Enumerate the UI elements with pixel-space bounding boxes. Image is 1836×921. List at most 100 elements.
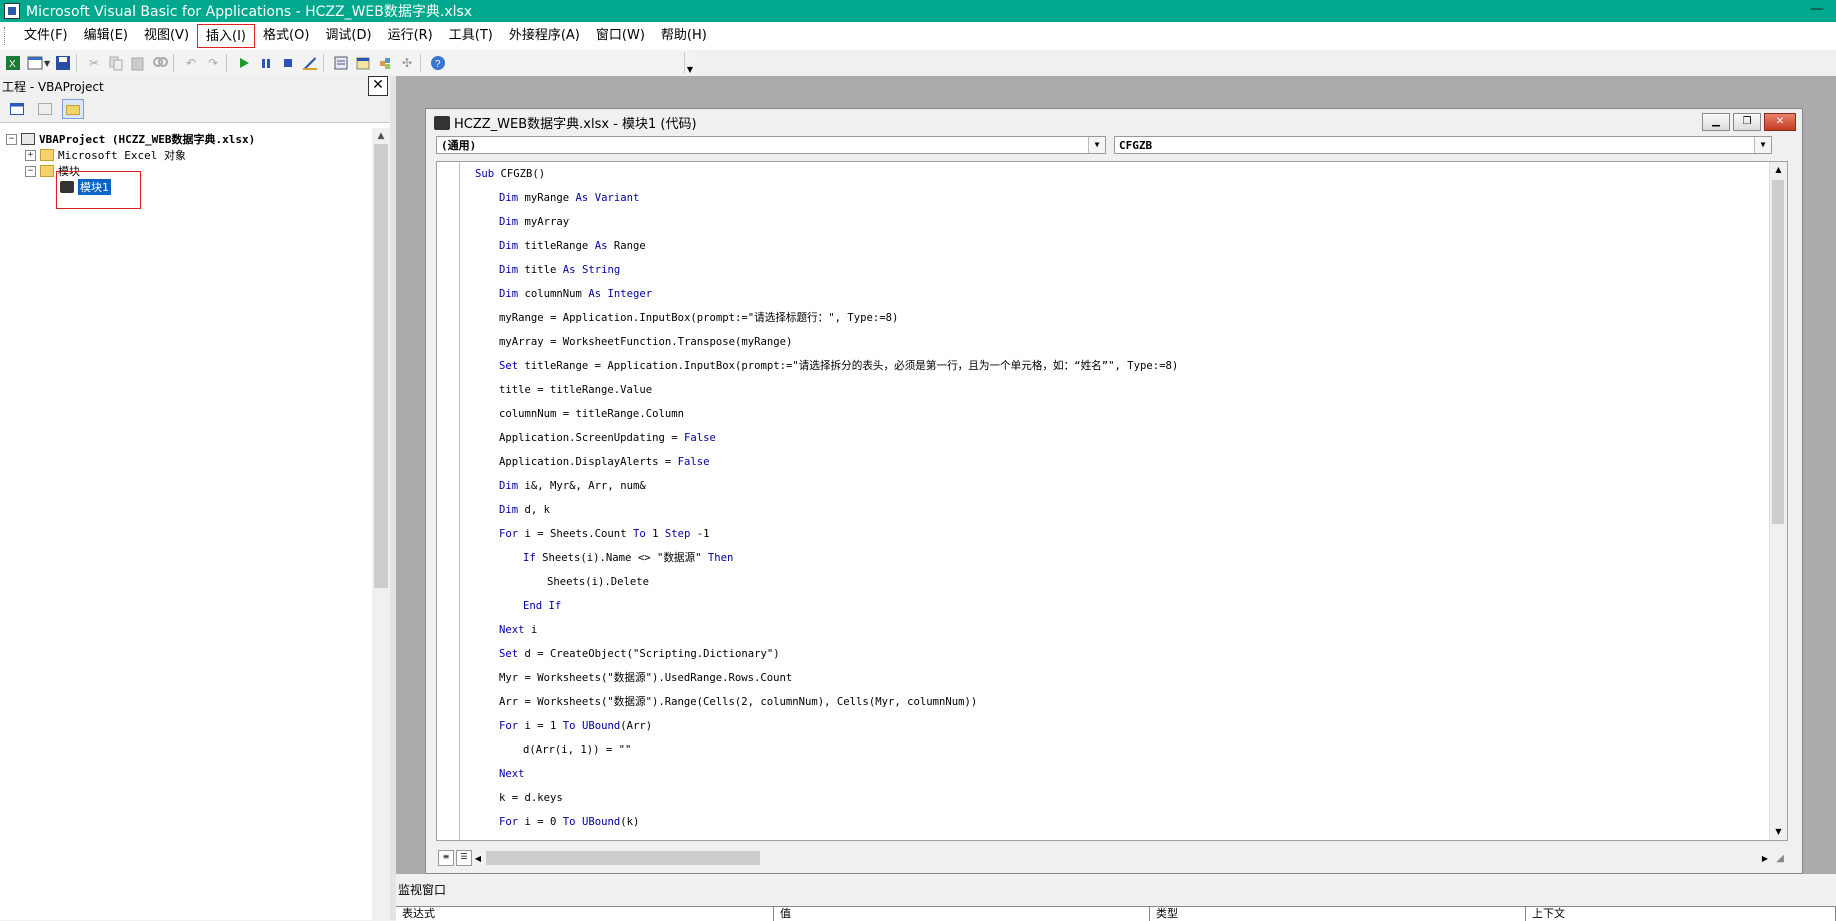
procedure-dropdown[interactable]: CFGZB ▼ — [1114, 136, 1772, 154]
code-line[interactable]: Set d = CreateObject("Scripting.Dictiona… — [475, 642, 1178, 666]
save-icon[interactable] — [54, 54, 72, 72]
chevron-down-icon[interactable]: ▼ — [44, 59, 50, 68]
code-line[interactable]: Dim myArray — [475, 210, 1178, 234]
paste-icon[interactable] — [129, 54, 147, 72]
toolbar-options-chevron-icon[interactable]: ▼ — [684, 52, 695, 74]
redo-icon[interactable]: ↷ — [204, 54, 222, 72]
tree-node-excel-objects[interactable]: + Microsoft Excel 对象 — [25, 147, 186, 163]
toggle-folders-icon[interactable] — [62, 99, 84, 119]
scroll-thumb[interactable] — [1772, 180, 1784, 524]
menu-item[interactable]: 调试(D) — [317, 24, 379, 48]
excel-icon[interactable]: X — [4, 54, 22, 72]
code-line[interactable]: d(Arr(i, 1)) = "" — [475, 738, 1178, 762]
code-line[interactable]: Dim d, k — [475, 498, 1178, 522]
properties-icon[interactable] — [354, 54, 372, 72]
help-icon[interactable]: ? — [429, 54, 447, 72]
code-line[interactable]: For i = 0 To UBound(k) — [475, 810, 1178, 834]
project-scrollbar[interactable]: ▲ — [372, 128, 390, 920]
scroll-left-icon[interactable]: ◀ — [472, 854, 484, 863]
design-mode-icon[interactable] — [301, 54, 319, 72]
tree-node-vbaproject[interactable]: − VBAProject (HCZZ_WEB数据字典.xlsx) — [6, 131, 255, 147]
chevron-down-icon[interactable]: ▼ — [1754, 137, 1771, 153]
close-project-explorer-button[interactable]: ✕ — [368, 76, 388, 96]
menu-item[interactable]: 插入(I) — [197, 24, 256, 48]
resize-grip-icon[interactable]: ◢ — [1776, 853, 1784, 864]
minimize-button[interactable]: — — [1810, 1, 1824, 17]
code-line[interactable]: Myr = Worksheets("数据源").UsedRange.Rows.C… — [475, 666, 1178, 690]
code-line[interactable]: If Sheets(i).Name <> "数据源" Then — [475, 546, 1178, 570]
code-line[interactable]: For i = 1 To UBound(Arr) — [475, 714, 1178, 738]
code-line[interactable]: Application.ScreenUpdating = False — [475, 426, 1178, 450]
object-dropdown[interactable]: (通用) ▼ — [436, 136, 1106, 154]
code-line[interactable]: myArray = WorksheetFunction.Transpose(my… — [475, 330, 1178, 354]
code-line[interactable]: k = d.keys — [475, 786, 1178, 810]
code-line[interactable]: Set titleRange = Application.InputBox(pr… — [475, 354, 1178, 378]
break-icon[interactable] — [257, 54, 275, 72]
margin-indicator-bar[interactable] — [437, 162, 460, 840]
expand-icon[interactable]: + — [25, 149, 36, 161]
undo-icon[interactable]: ↶ — [182, 54, 200, 72]
copy-icon[interactable] — [107, 54, 125, 72]
code-line[interactable]: Dim title As String — [475, 258, 1178, 282]
menu-item[interactable]: 视图(V) — [136, 24, 197, 48]
watch-column-header[interactable]: 表达式 — [396, 907, 774, 921]
menu-item[interactable]: 窗口(W) — [588, 24, 653, 48]
toolbox-icon[interactable]: ✣ — [398, 54, 416, 72]
code-line[interactable]: Application.DisplayAlerts = False — [475, 450, 1178, 474]
menu-item[interactable]: 编辑(E) — [76, 24, 136, 48]
menu-item[interactable]: 外接程序(A) — [501, 24, 588, 48]
insert-userform-icon[interactable] — [26, 54, 44, 72]
cut-icon[interactable]: ✂ — [85, 54, 103, 72]
scroll-right-icon[interactable]: ▶ — [1762, 854, 1768, 863]
window-buttons: ▁ ❐ ✕ — [1699, 113, 1796, 131]
code-line[interactable]: Sheets(i).Delete — [475, 570, 1178, 594]
watch-column-header[interactable]: 上下文 — [1526, 907, 1836, 921]
code-editor[interactable]: Sub CFGZB() Dim myRange As Variant Dim myA… — [436, 161, 1788, 841]
procedure-view-icon[interactable]: ≡ — [438, 850, 454, 866]
menu-item[interactable]: 格式(O) — [255, 24, 317, 48]
menu-item[interactable]: 帮助(H) — [653, 24, 715, 48]
view-code-icon[interactable] — [6, 99, 28, 119]
code-line[interactable]: myRange = Application.InputBox(prompt:="… — [475, 306, 1178, 330]
scroll-thumb[interactable] — [374, 144, 388, 588]
code-line[interactable]: Dim myRange As Variant — [475, 186, 1178, 210]
code-line[interactable]: Arr = Worksheets("数据源").Range(Cells(2, c… — [475, 690, 1178, 714]
watch-column-header[interactable]: 值 — [774, 907, 1150, 921]
restore-button[interactable]: ❐ — [1733, 113, 1761, 131]
project-explorer-icon[interactable] — [332, 54, 350, 72]
minimize-button[interactable]: ▁ — [1702, 113, 1730, 131]
menu-item[interactable]: 运行(R) — [380, 24, 441, 48]
menu-item[interactable]: 工具(T) — [441, 24, 501, 48]
code-vertical-scrollbar[interactable]: ▲ ▼ — [1769, 162, 1787, 840]
scroll-up-icon[interactable]: ▲ — [1770, 162, 1787, 178]
collapse-icon[interactable]: − — [6, 133, 17, 145]
watch-column-header[interactable]: 类型 — [1150, 907, 1526, 921]
code-line[interactable]: Dim columnNum As Integer — [475, 282, 1178, 306]
close-button[interactable]: ✕ — [1764, 113, 1796, 131]
object-browser-icon[interactable] — [376, 54, 394, 72]
chevron-down-icon[interactable]: ▼ — [1088, 137, 1105, 153]
run-icon[interactable] — [235, 54, 253, 72]
code-line[interactable]: Sub CFGZB() — [475, 162, 1178, 186]
code-line[interactable]: Next — [475, 762, 1178, 786]
code-line[interactable]: For i = Sheets.Count To 1 Step -1 — [475, 522, 1178, 546]
code-keyword: Step — [664, 528, 691, 540]
reset-icon[interactable] — [279, 54, 297, 72]
scroll-down-icon[interactable]: ▼ — [1770, 824, 1787, 840]
scroll-up-icon[interactable]: ▲ — [372, 128, 390, 144]
code-line[interactable]: Dim i&, Myr&, Arr, num& — [475, 474, 1178, 498]
view-object-icon[interactable] — [34, 99, 56, 119]
menu-item[interactable]: 文件(F) — [16, 24, 76, 48]
collapse-icon[interactable]: − — [25, 165, 36, 177]
code-keyword: Dim — [499, 216, 519, 228]
code-text: columnNum = titleRange.Column — [499, 408, 684, 420]
code-line[interactable]: title = titleRange.Value — [475, 378, 1178, 402]
code-line[interactable]: Next i — [475, 618, 1178, 642]
code-line[interactable]: Dim titleRange As Range — [475, 234, 1178, 258]
scroll-thumb[interactable] — [486, 851, 760, 865]
code-line[interactable]: End If — [475, 594, 1178, 618]
full-module-view-icon[interactable]: ☰ — [456, 850, 472, 866]
menu-grip[interactable] — [4, 27, 8, 45]
code-line[interactable]: columnNum = titleRange.Column — [475, 402, 1178, 426]
find-icon[interactable] — [151, 54, 169, 72]
